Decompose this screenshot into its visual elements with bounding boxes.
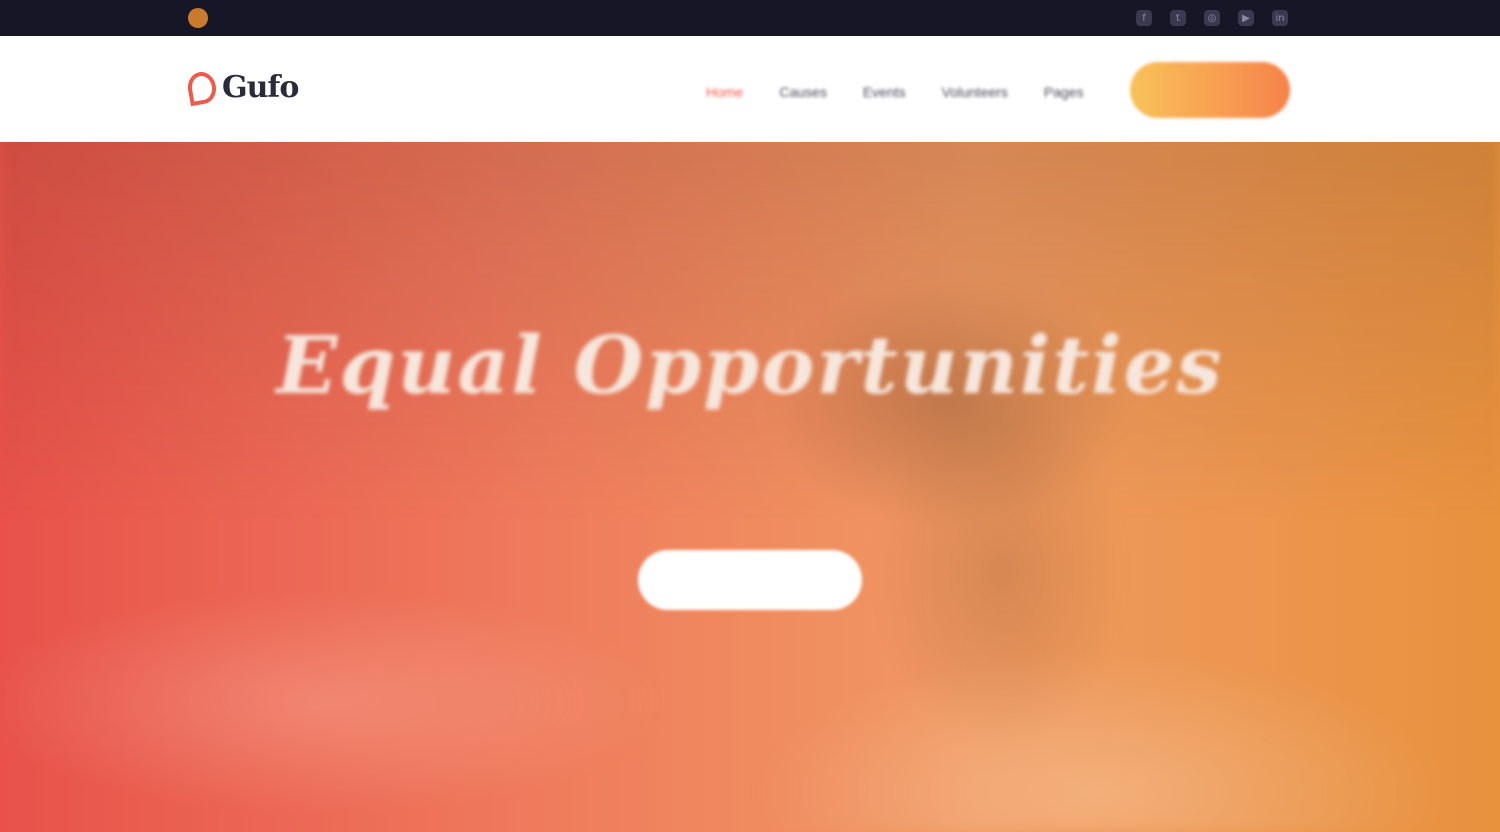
social-links: f t ◎ ▶ in (1136, 8, 1288, 28)
topbar-contact (188, 8, 218, 28)
main-nav: Home Causes Events Volunteers Pages (706, 78, 1084, 106)
nav-item-home[interactable]: Home (706, 84, 743, 100)
donate-button[interactable] (1130, 62, 1290, 118)
youtube-icon[interactable]: ▶ (1238, 10, 1254, 26)
nav-item-causes[interactable]: Causes (779, 84, 826, 100)
top-bar: f t ◎ ▶ in (0, 0, 1500, 36)
nav-item-pages[interactable]: Pages (1044, 84, 1084, 100)
phone-icon (188, 8, 208, 28)
hero-section: Equal Opportunities (0, 142, 1500, 832)
hero-title: Equal Opportunities (276, 318, 1224, 412)
site-logo[interactable]: Gufo (185, 69, 299, 106)
nav-item-events[interactable]: Events (863, 84, 906, 100)
logo-mark-icon (185, 69, 219, 106)
instagram-icon[interactable]: ◎ (1204, 10, 1220, 26)
linkedin-icon[interactable]: in (1272, 10, 1288, 26)
site-header: Gufo Home Causes Events Volunteers Pages (0, 36, 1500, 142)
facebook-icon[interactable]: f (1136, 10, 1152, 26)
nav-item-volunteers[interactable]: Volunteers (942, 84, 1008, 100)
twitter-icon[interactable]: t (1170, 10, 1186, 26)
hero-background-image (0, 142, 1500, 832)
hero-cta-button[interactable] (638, 550, 862, 610)
logo-text: Gufo (222, 70, 299, 105)
